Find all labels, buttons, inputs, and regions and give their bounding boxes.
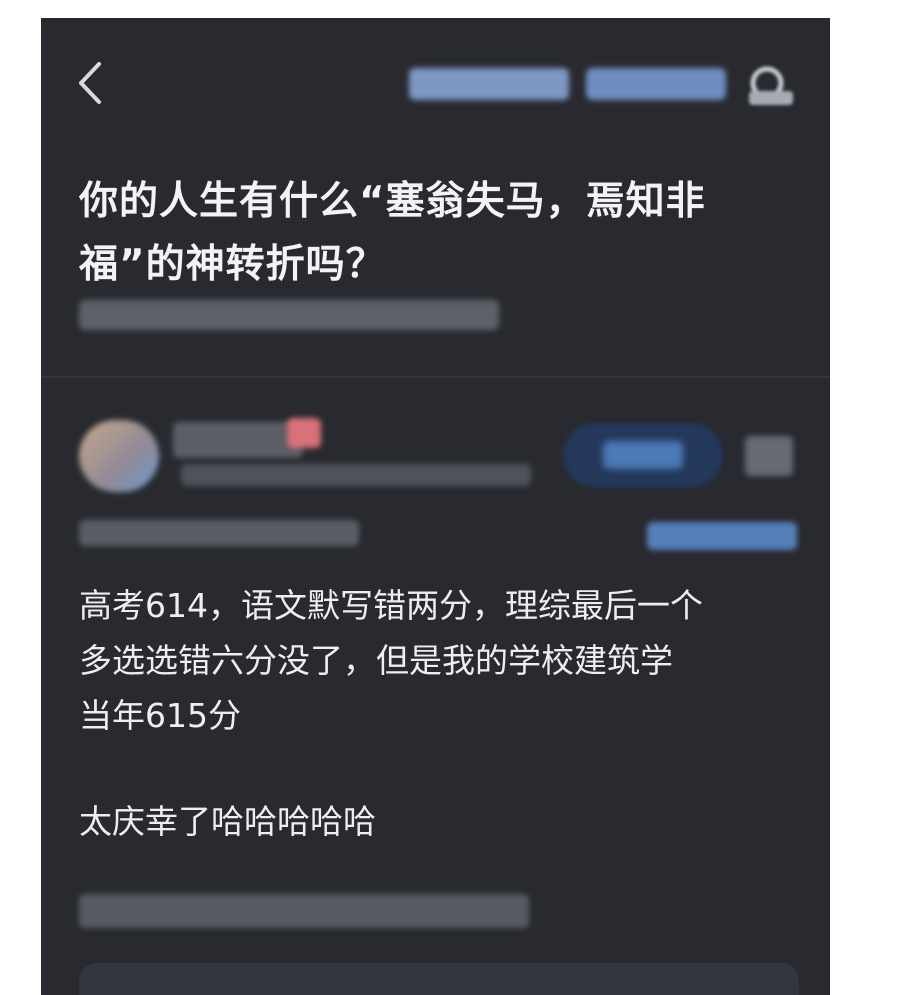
blurred-answer-meta bbox=[79, 520, 359, 546]
blurred-author-badge bbox=[287, 418, 321, 448]
blurred-header-label-2 bbox=[586, 68, 726, 100]
answer-line3: 当年615分 bbox=[79, 696, 241, 735]
blurred-author-bio bbox=[181, 464, 531, 486]
answer-line1: 高考614，语文默写错两分，理综最后一个 bbox=[79, 586, 703, 625]
section-divider bbox=[41, 376, 830, 378]
question-title[interactable]: 你的人生有什么“塞翁失马，焉知非 福”的神转折吗？ bbox=[79, 170, 779, 296]
search-button[interactable] bbox=[741, 63, 797, 109]
answer-body: 高考614，语文默写错两分，理综最后一个 多选选错六分没了，但是我的学校建筑学 … bbox=[79, 578, 799, 743]
blurred-question-meta bbox=[79, 300, 499, 330]
blurred-follow-label bbox=[603, 441, 683, 469]
follow-button[interactable] bbox=[563, 423, 723, 487]
answer-line4: 太庆幸了哈哈哈哈哈 bbox=[79, 802, 376, 841]
avatar[interactable] bbox=[79, 420, 159, 492]
app-screen: 你的人生有什么“塞翁失马，焉知非 福”的神转折吗？ 高考614，语文默写错两分，… bbox=[41, 18, 830, 995]
back-button[interactable] bbox=[71, 58, 111, 108]
blurred-author-name[interactable] bbox=[173, 422, 303, 458]
top-navigation-bar bbox=[41, 18, 830, 138]
answer-line2: 多选选错六分没了，但是我的学校建筑学 bbox=[79, 641, 673, 680]
share-icon[interactable] bbox=[745, 436, 793, 476]
chevron-left-icon bbox=[79, 62, 101, 104]
search-icon bbox=[749, 66, 793, 105]
question-title-line1: 你的人生有什么“塞翁失马，焉知非 bbox=[79, 179, 706, 224]
bottom-action-card[interactable] bbox=[79, 963, 799, 995]
blurred-answer-meta-right bbox=[647, 522, 797, 550]
answer-body-paragraph2: 太庆幸了哈哈哈哈哈 bbox=[79, 794, 799, 849]
question-title-line2: 福”的神转折吗？ bbox=[79, 242, 386, 287]
blurred-answer-footer bbox=[79, 894, 529, 928]
blurred-header-label bbox=[409, 68, 569, 100]
